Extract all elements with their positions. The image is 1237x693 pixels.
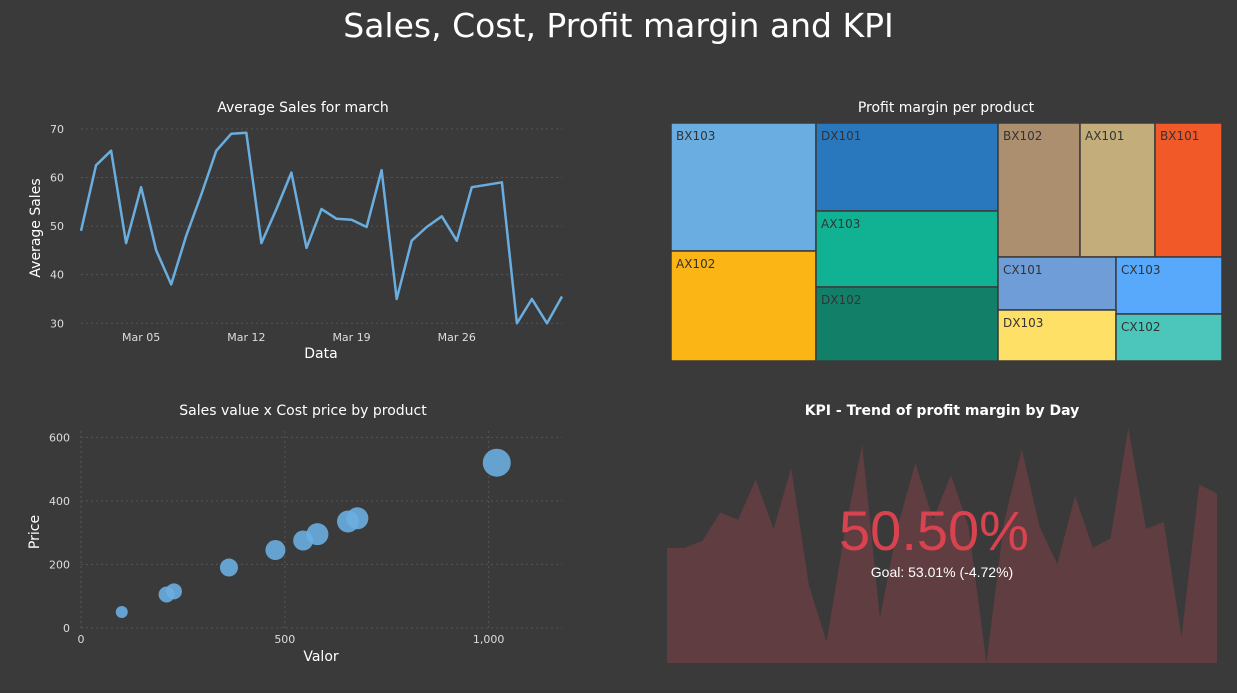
treemap-title: Profit margin per product: [858, 100, 1035, 116]
scatter-chart-xlabel: Valor: [303, 649, 339, 665]
treemap-tile-label: AX102: [676, 257, 715, 271]
treemap-panel: Profit margin per product BX103 AX102 DX10…: [670, 100, 1223, 362]
scatter-x-tick: 500: [274, 633, 295, 646]
line-chart-x-tick: Mar 26: [438, 331, 476, 344]
scatter-chart-ylabel: Price: [27, 515, 43, 549]
scatter-point: [165, 583, 182, 600]
scatter-point: [306, 523, 329, 546]
line-chart-x-tick: Mar 12: [227, 331, 265, 344]
line-chart-y-tick: 50: [50, 220, 64, 233]
line-chart-y-tick: 60: [50, 171, 64, 184]
scatter-point: [219, 558, 238, 577]
treemap-tile-label: BX103: [676, 129, 715, 143]
scatter-y-tick: 400: [49, 495, 70, 508]
dashboard-canvas: Average Sales for march Data Average Sal…: [27, 100, 1223, 665]
kpi-title: KPI - Trend of profit margin by Day: [805, 403, 1080, 419]
line-chart-y-tick: 30: [50, 317, 64, 330]
treemap-tile-label: CX103: [1121, 263, 1161, 277]
scatter-y-tick: 0: [63, 622, 70, 635]
scatter-x-tick: 1,000: [473, 633, 505, 646]
treemap-tile-label: DX101: [821, 129, 861, 143]
kpi-goal-text: Goal: 53.01% (-4.72%): [871, 564, 1013, 580]
scatter-y-tick: 200: [49, 558, 70, 571]
line-chart-ylabel: Average Sales: [28, 178, 44, 277]
scatter-chart-title: Sales value x Cost price by product: [179, 403, 427, 419]
kpi-value: 50.50%: [839, 499, 1029, 562]
line-chart-title: Average Sales for march: [217, 100, 389, 116]
treemap-tile-label: DX103: [1003, 316, 1043, 330]
scatter-x-tick: 0: [78, 633, 85, 646]
treemap-tile-label: BX102: [1003, 129, 1042, 143]
scatter-y-tick: 600: [49, 431, 70, 444]
line-chart-series: [79, 131, 564, 325]
line-chart-x-tick: Mar 05: [122, 331, 160, 344]
line-chart-panel: Average Sales for march Data Average Sal…: [28, 100, 564, 362]
kpi-panel: KPI - Trend of profit margin by Day 50.5…: [667, 403, 1217, 663]
treemap-tile-label: DX102: [821, 293, 861, 307]
treemap-tile-label: AX103: [821, 217, 860, 231]
scatter-point: [346, 507, 369, 530]
scatter-point: [115, 605, 128, 618]
treemap-tile: [1154, 122, 1223, 258]
line-chart-x-tick: Mar 19: [332, 331, 370, 344]
line-chart-y-tick: 70: [50, 123, 64, 136]
treemap-tile-label: CX102: [1121, 320, 1161, 334]
scatter-point: [265, 540, 286, 561]
treemap-tile-label: BX101: [1160, 129, 1199, 143]
treemap-tile: [997, 122, 1081, 258]
treemap-tile-label: CX101: [1003, 263, 1043, 277]
scatter-chart-panel: Sales value x Cost price by product Valo…: [27, 403, 562, 665]
scatter-point: [482, 448, 511, 477]
treemap-tile-label: AX101: [1085, 129, 1124, 143]
treemap-tile: [1079, 122, 1156, 258]
line-chart-xlabel: Data: [304, 346, 337, 362]
line-chart-y-tick: 40: [50, 269, 64, 282]
